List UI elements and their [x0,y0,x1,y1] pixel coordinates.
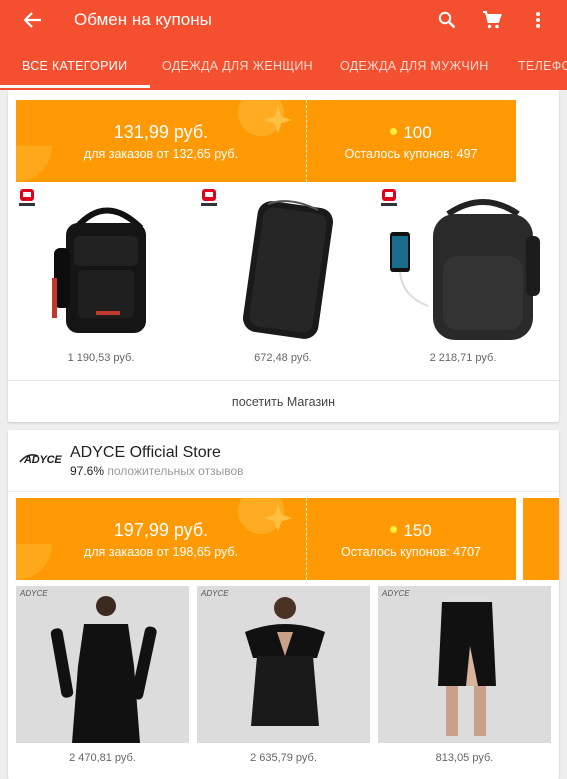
product-price: 2 218,71 руб. [429,352,497,364]
coupon-condition: для заказов от 198,65 руб. [83,545,239,559]
coupon-amount: 197,99 руб. [113,520,209,540]
active-tab-indicator [0,85,150,88]
product-item[interactable]: ADYCE [16,586,189,743]
brand-logo-icon [19,189,35,206]
coupon-price-coins: 100 [306,123,516,143]
product-item[interactable]: ADYCE [197,586,370,743]
coupon-amount: 131,99 руб. [113,122,209,142]
product-item[interactable]: ADYCE [378,586,551,743]
more-button[interactable] [524,6,552,34]
more-vert-icon [536,12,540,28]
toolbar: Обмен на купоны [0,0,567,40]
brand-logo-icon [201,189,217,206]
tab-all-categories[interactable]: ВСЕ КАТЕГОРИИ [22,59,127,73]
divider [8,491,559,492]
search-button[interactable] [433,6,461,34]
cart-button[interactable] [478,6,506,34]
app-bar: Обмен на купоны ВСЕ КАТЕГОРИИ ОДЕЖДА ДЛЯ… [0,0,567,90]
store-logo[interactable]: ADYCE [18,450,64,470]
store-rating: 97.6% положительных отзывов [70,464,244,478]
tab-phones[interactable]: ТЕЛЕФО [518,59,567,73]
coupon-offer-next[interactable] [523,498,559,580]
coupons-remaining: Осталось купонов: 497 [344,147,478,161]
product-image-usb-backpack [390,199,540,340]
product-image-wallet [242,200,334,339]
rating-value: 97.6% [70,464,105,478]
product-price: 2 635,79 руб. [250,752,317,764]
product-price: 1 190,53 руб. [67,352,135,364]
arrow-left-icon [24,12,41,28]
store-logo-text: ADYCE [24,454,62,466]
product-item[interactable]: 672,48 руб. [198,186,368,371]
product-image-dress [50,596,157,743]
product-image-feather-dress [245,597,325,726]
coupons-remaining: Осталось купонов: 4707 [341,545,481,559]
product-image-skirt [438,598,496,736]
category-tabs: ВСЕ КАТЕГОРИИ ОДЕЖДА ДЛЯ ЖЕНЩИН ОДЕЖДА Д… [0,40,567,90]
store-card: 131,99 руб. для заказов от 132,65 руб. 1… [8,90,559,422]
product-price: 813,05 руб. [435,752,494,764]
product-price: 2 470,81 руб. [69,752,136,764]
coupon-offer[interactable]: 131,99 руб. для заказов от 132,65 руб. 1… [16,100,516,182]
tab-women-clothing[interactable]: ОДЕЖДА ДЛЯ ЖЕНЩИН [162,59,313,73]
coupon-offer[interactable]: 197,99 руб. для заказов от 198,65 руб. 1… [16,498,516,580]
product-item[interactable]: 1 190,53 руб. [16,186,186,371]
coupon-condition: для заказов от 132,65 руб. [83,147,239,161]
coupon-price-coins: 150 [306,521,516,541]
store-name[interactable]: ADYCE Official Store [70,444,221,462]
cart-icon [483,11,502,29]
product-item[interactable]: 2 218,71 руб. [378,186,548,371]
coin-icon [390,526,398,534]
photo-brand-logo: ADYCE [382,589,410,598]
search-icon [438,11,456,29]
product-price: 672,48 руб. [254,352,312,364]
page-title: Обмен на купоны [74,10,212,29]
coin-icon [390,128,398,136]
back-button[interactable] [18,6,48,34]
tab-men-clothing[interactable]: ОДЕЖДА ДЛЯ МУЖЧИН [340,59,489,73]
rating-label: положительных отзывов [107,464,244,478]
photo-brand-logo: ADYCE [201,589,229,598]
visit-store-button[interactable]: посетить Магазин [8,380,559,422]
photo-brand-logo: ADYCE [20,589,48,598]
product-image-sling-backpack [52,207,146,333]
store-card: ADYCE ADYCE Official Store 97.6% положит… [8,430,559,779]
